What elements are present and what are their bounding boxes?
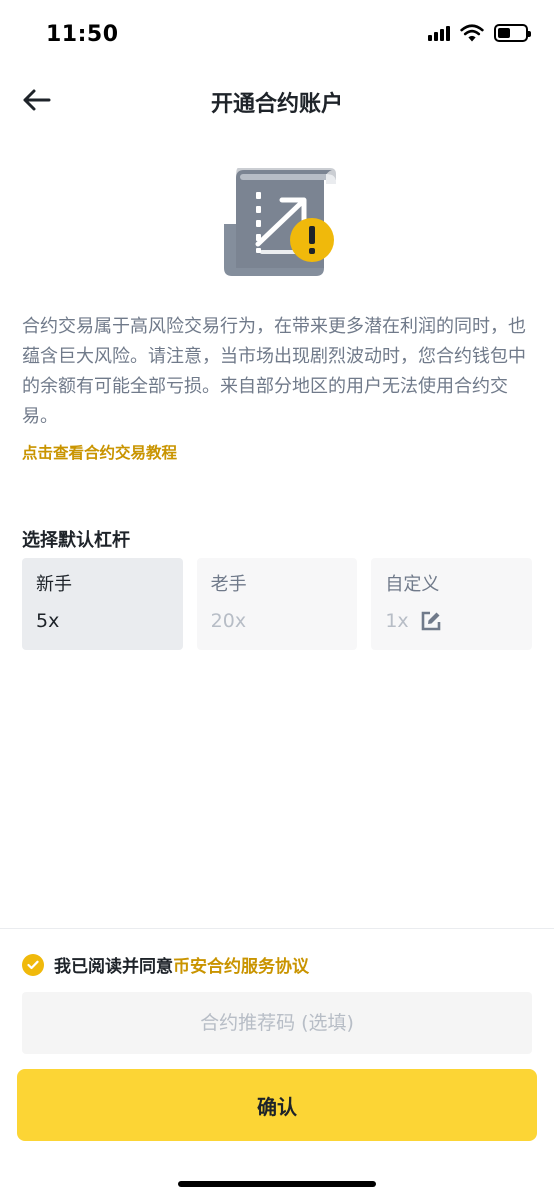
leverage-option-custom[interactable]: 自定义 1x [371,558,533,650]
leverage-section-label: 选择默认杠杆 [22,530,130,551]
top-nav: 开通合约账户 [0,72,554,128]
futures-document-warning-icon [216,164,340,280]
leverage-option-beginner[interactable]: 新手 5x [22,558,183,650]
leverage-option-value: 5x [36,610,60,632]
status-icons [428,24,531,42]
agreement-text: 我已阅读并同意 [54,957,173,977]
wifi-icon [460,24,484,42]
cellular-signal-icon [428,25,450,41]
leverage-option-name: 老手 [210,574,247,595]
edit-icon[interactable] [421,611,441,631]
battery-level [498,28,510,38]
leverage-option-value: 20x [210,610,247,632]
battery-icon [494,24,531,42]
divider [0,928,554,929]
confirm-button[interactable]: 确认 [17,1069,537,1141]
check-icon [27,960,39,969]
page-title: 开通合约账户 [210,92,343,117]
service-agreement-link[interactable]: 币安合约服务协议 [173,957,309,977]
tutorial-link[interactable]: 点击查看合约交易教程 [22,441,177,463]
leverage-option-name: 新手 [36,574,72,595]
leverage-option-value: 1x [385,610,409,632]
agreement-checkbox[interactable] [22,953,44,976]
leverage-option-expert[interactable]: 老手 20x [196,558,358,650]
referral-code-input[interactable] [22,992,532,1054]
leverage-options: 新手 5x 老手 20x 自定义 1x [22,558,533,650]
risk-description: 合约交易属于高风险交易行为，在带来更多潜在利润的同时，也蕴含巨大风险。请注意，当… [22,316,526,427]
agreement-row: 我已阅读并同意币安合约服务协议 [22,952,309,977]
leverage-option-name: 自定义 [385,574,440,595]
home-indicator [178,1181,376,1187]
status-time: 11:50 [46,22,119,47]
status-bar: 11:50 [0,0,554,70]
